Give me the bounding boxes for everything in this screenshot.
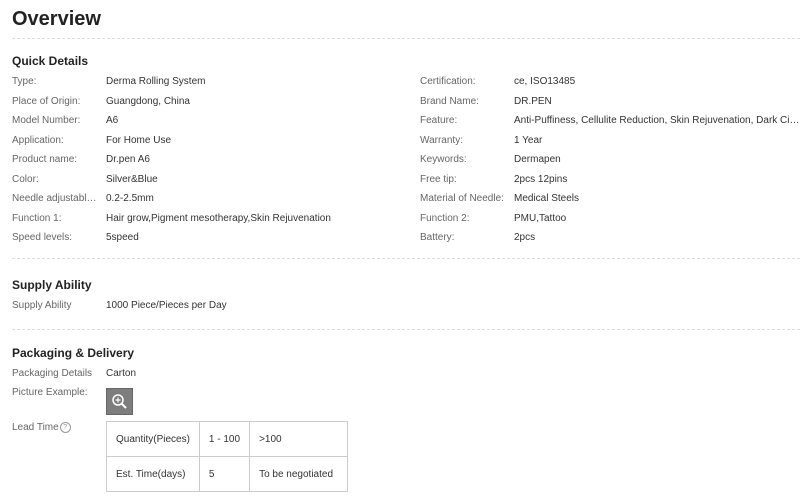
detail-value: Hair grow,Pigment mesotherapy,Skin Rejuv… xyxy=(106,212,331,224)
zoom-in-icon xyxy=(112,394,127,409)
supply-ability-heading: Supply Ability xyxy=(12,278,92,292)
detail-label: Material of Needle: xyxy=(420,193,504,204)
detail-value: Dermapen xyxy=(514,154,561,165)
table-cell: 1 - 100 xyxy=(198,421,251,457)
detail-label: Application: xyxy=(12,134,64,146)
detail-value: 2pcs 12pins xyxy=(514,173,568,185)
table-cell: Est. Time(days) xyxy=(106,456,200,492)
detail-label: Needle adjustable l... xyxy=(12,193,102,204)
detail-label: Warranty: xyxy=(420,134,463,146)
detail-label: Packaging Details xyxy=(12,368,93,379)
detail-value: A6 xyxy=(106,115,119,126)
detail-label: Function 1: xyxy=(12,212,62,224)
detail-label: Speed levels: xyxy=(12,232,73,243)
detail-value: 2pcs xyxy=(514,232,536,243)
detail-label: Color: xyxy=(12,173,39,185)
divider xyxy=(12,258,800,259)
detail-value: For Home Use xyxy=(106,134,172,146)
detail-label: Battery: xyxy=(420,232,455,243)
detail-label: Place of Origin: xyxy=(12,95,81,107)
table-row: Quantity(Pieces) 1 - 100 >100 xyxy=(106,421,349,457)
divider xyxy=(12,329,800,330)
table-row: Est. Time(days) 5 To be negotiated xyxy=(106,456,349,492)
detail-value: ce, ISO13485 xyxy=(514,76,576,87)
question-icon[interactable]: ? xyxy=(59,422,71,433)
detail-label: Product name: xyxy=(12,154,78,165)
detail-label: Model Number: xyxy=(12,115,81,126)
detail-value: DR.PEN xyxy=(514,95,552,107)
lead-time-table: Quantity(Pieces) 1 - 100 >100 Est. Time(… xyxy=(106,421,349,492)
table-cell: Quantity(Pieces) xyxy=(106,421,200,457)
detail-value: Anti-Puffiness, Cellulite Reduction, Ski… xyxy=(514,115,800,126)
detail-label: Keywords: xyxy=(420,154,467,165)
detail-value: Dr.pen A6 xyxy=(106,154,150,165)
overview-page: Overview Quick Details Type: Derma Rollin… xyxy=(0,0,800,502)
table-cell: To be negotiated xyxy=(249,456,349,492)
quick-details-heading: Quick Details xyxy=(12,54,89,68)
lead-time-label: Lead Time? xyxy=(12,422,71,433)
detail-value: Guangdong, China xyxy=(106,95,190,107)
detail-label: Picture Example: xyxy=(12,387,88,398)
table-cell: 5 xyxy=(198,456,251,492)
table-cell: >100 xyxy=(249,421,349,457)
detail-value: 5speed xyxy=(106,232,139,243)
detail-label: Type: xyxy=(12,76,37,87)
packaging-delivery-heading: Packaging & Delivery xyxy=(12,346,135,360)
detail-value: 0.2-2.5mm xyxy=(106,193,154,204)
detail-label: Feature: xyxy=(420,115,458,126)
divider xyxy=(12,38,800,39)
detail-value: PMU,Tattoo xyxy=(514,212,567,224)
detail-value: 1000 Piece/Pieces per Day xyxy=(106,300,227,311)
detail-value: Derma Rolling System xyxy=(106,76,206,87)
detail-label: Function 2: xyxy=(420,212,470,224)
detail-label: Brand Name: xyxy=(420,95,479,107)
detail-label: Certification: xyxy=(420,76,476,87)
detail-label: Free tip: xyxy=(420,173,457,185)
detail-value: 1 Year xyxy=(514,134,543,146)
detail-value: Silver&Blue xyxy=(106,173,158,185)
page-title: Overview xyxy=(12,8,101,30)
picture-example-thumbnail[interactable] xyxy=(106,388,133,415)
detail-value: Medical Steels xyxy=(514,193,580,204)
detail-label: Supply Ability xyxy=(12,300,72,311)
lead-time-label-text: Lead Time xyxy=(12,422,59,434)
detail-value: Carton xyxy=(106,368,137,379)
